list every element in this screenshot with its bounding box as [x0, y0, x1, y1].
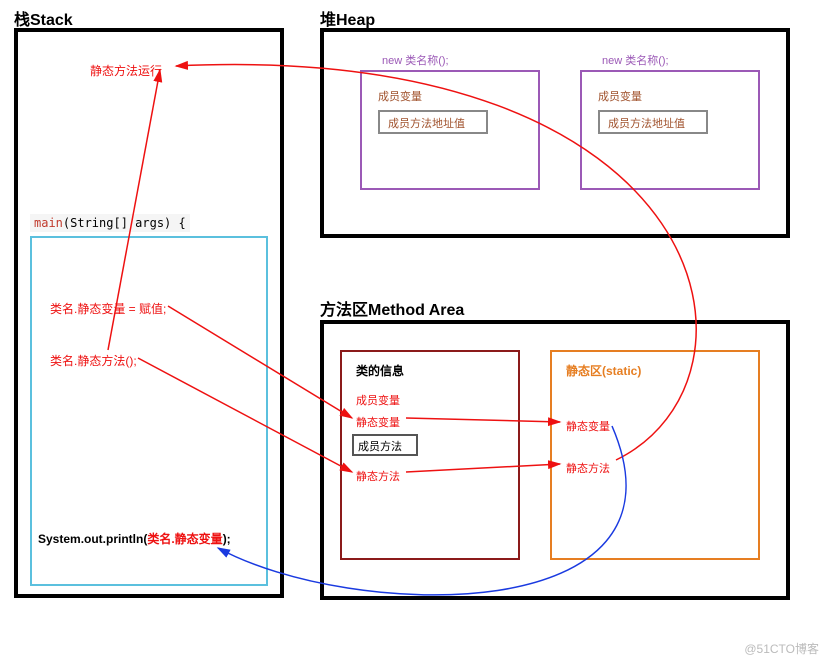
println-black: System.out.println( — [38, 532, 147, 546]
ci-static-method: 静态方法 — [356, 468, 400, 484]
sz-static-method: 静态方法 — [566, 460, 610, 476]
main-rest: (String[] args) { — [63, 216, 186, 230]
diagram-canvas: 栈Stack 静态方法运行 main(String[] args) { 类名.静… — [0, 0, 827, 663]
ci-member-var: 成员变量 — [356, 392, 400, 408]
heap-obj1-addr: 成员方法地址值 — [388, 115, 465, 131]
line-call: 类名.静态方法(); — [50, 352, 137, 369]
watermark: @51CTO博客 — [744, 640, 819, 657]
println-arg: 类名.静态变量 — [147, 532, 222, 546]
println-line: System.out.println(类名.静态变量); — [38, 530, 231, 547]
heap-obj2-var: 成员变量 — [598, 88, 642, 104]
heap-obj2-addr: 成员方法地址值 — [608, 115, 685, 131]
ci-static-var: 静态变量 — [356, 414, 400, 430]
main-signature: main(String[] args) { — [30, 214, 190, 232]
stack-title: 栈Stack — [14, 6, 73, 30]
main-keyword: main — [34, 216, 63, 230]
method-area-title: 方法区Method Area — [320, 296, 464, 320]
ci-member-method: 成员方法 — [358, 438, 402, 454]
static-zone-title: 静态区(static) — [566, 362, 641, 379]
heap-obj2-new: new 类名称(); — [602, 52, 669, 68]
println-close: ); — [223, 532, 231, 546]
heap-title: 堆Heap — [320, 6, 375, 30]
heap-obj1-var: 成员变量 — [378, 88, 422, 104]
heap-obj1-new: new 类名称(); — [382, 52, 449, 68]
class-info-title: 类的信息 — [356, 362, 404, 379]
static-zone-box — [550, 350, 760, 560]
line-assign: 类名.静态变量 = 赋值; — [50, 300, 166, 317]
sz-static-var: 静态变量 — [566, 418, 610, 434]
static-method-run-label: 静态方法运行 — [90, 62, 162, 79]
